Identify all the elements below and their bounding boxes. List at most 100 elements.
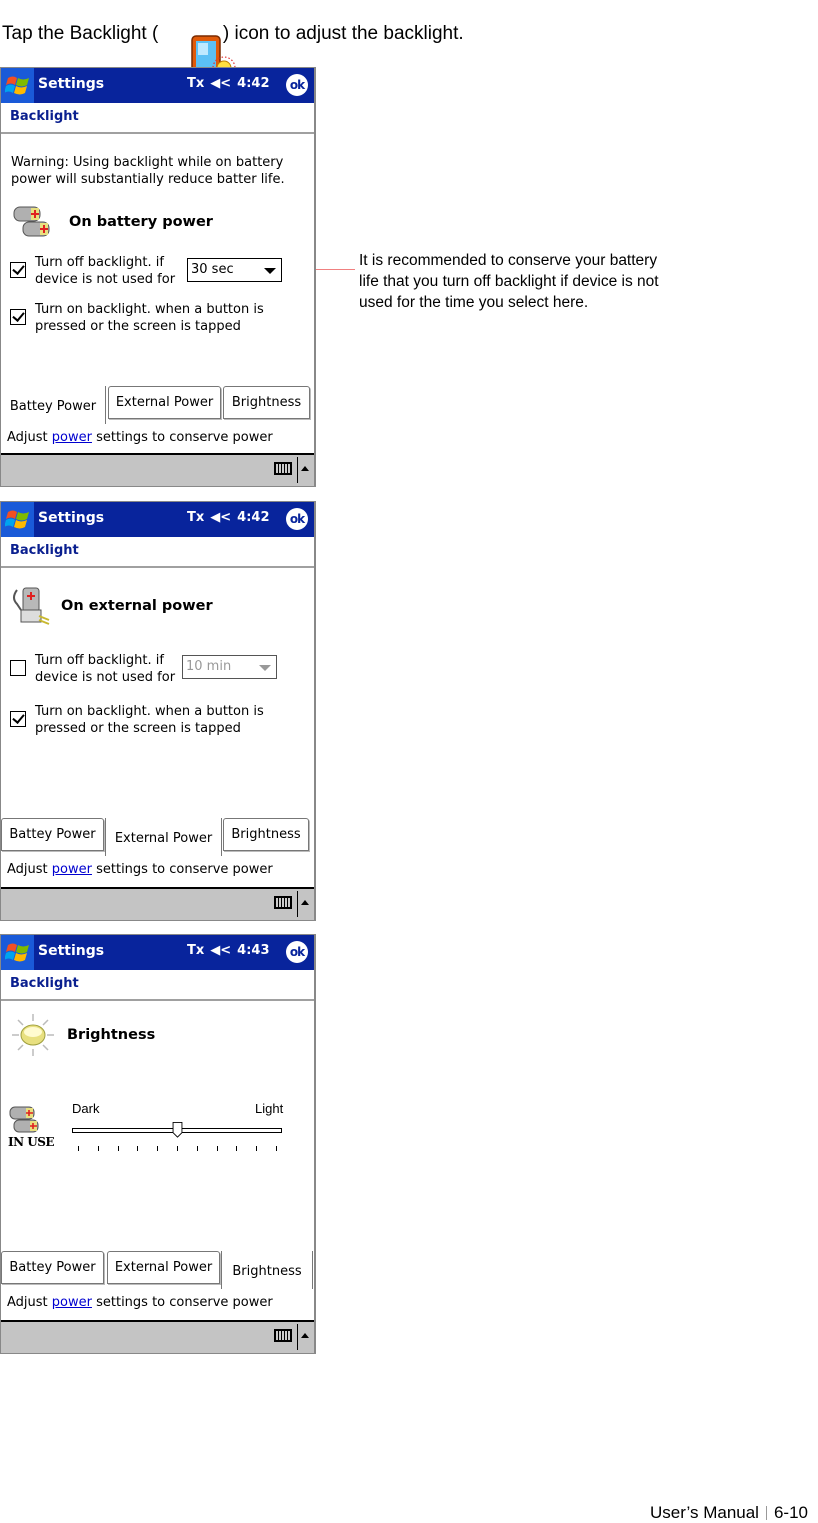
tab-brightness[interactable]: Brightness bbox=[223, 818, 309, 851]
start-button[interactable] bbox=[1, 502, 34, 537]
clock[interactable]: 4:43 bbox=[237, 943, 269, 958]
slider-min-label: Dark bbox=[72, 1101, 100, 1116]
slider-tick bbox=[276, 1146, 277, 1151]
section-title: On external power bbox=[61, 598, 213, 614]
turn-on-backlight-checkbox[interactable] bbox=[10, 309, 26, 325]
turn-off-backlight-label: Turn off backlight. if device is not use… bbox=[35, 652, 175, 686]
tab-battery-power[interactable]: Battey Power bbox=[1, 818, 104, 851]
warning-line: Warning: Using backlight while on batter… bbox=[11, 155, 284, 170]
page-title: Backlight bbox=[10, 543, 79, 558]
tab-bar: Battey Power External Power Brightness bbox=[1, 386, 314, 424]
volume-icon[interactable]: ◀︎< bbox=[210, 76, 231, 91]
status-area: Tx ◀︎< 4:43 bbox=[187, 943, 270, 958]
tab-external-power[interactable]: External Power bbox=[105, 818, 222, 856]
warning-line: power will substantially reduce batter l… bbox=[11, 172, 285, 187]
label-line: device is not used for bbox=[35, 670, 176, 685]
turn-on-backlight-checkbox[interactable] bbox=[10, 711, 26, 727]
taskbar bbox=[1, 453, 314, 486]
timeout-value: 10 min bbox=[186, 659, 232, 674]
manual-title: User’s Manual bbox=[649, 1503, 759, 1522]
page-title: Backlight bbox=[10, 109, 79, 124]
start-button[interactable] bbox=[1, 68, 34, 103]
slider-max-label: Light bbox=[255, 1101, 284, 1116]
in-use-battery-icon bbox=[9, 1106, 39, 1133]
footer-prefix: Adjust bbox=[7, 862, 52, 877]
input-menu-arrow-icon[interactable] bbox=[301, 900, 309, 905]
volume-icon[interactable]: ◀︎< bbox=[210, 510, 231, 525]
power-link[interactable]: power bbox=[52, 862, 92, 877]
callout-text: It is recommended to conserve your batte… bbox=[359, 252, 659, 311]
turn-on-backlight-row: Turn on backlight. when a button is pres… bbox=[10, 301, 264, 335]
title-bar: Settings Tx ◀︎< 4:42 ok bbox=[1, 68, 314, 103]
timeout-select[interactable]: 30 sec bbox=[187, 258, 282, 282]
ok-button[interactable]: ok bbox=[286, 74, 308, 96]
status-area: Tx ◀︎< 4:42 bbox=[187, 76, 270, 91]
divider bbox=[297, 457, 298, 483]
turn-on-backlight-label: Turn on backlight. when a button is pres… bbox=[35, 301, 264, 335]
turn-on-backlight-row: Turn on backlight. when a button is pres… bbox=[10, 703, 264, 737]
backlight-icon bbox=[165, 12, 236, 82]
start-button[interactable] bbox=[1, 935, 34, 970]
slider-tick bbox=[177, 1146, 178, 1151]
timeout-value: 30 sec bbox=[191, 262, 234, 277]
section-title: Brightness bbox=[67, 1027, 156, 1043]
footer-text: Adjust power settings to conserve power bbox=[7, 430, 273, 445]
title-bar: Settings Tx ◀︎< 4:42 ok bbox=[1, 502, 314, 537]
status-area: Tx ◀︎< 4:42 bbox=[187, 510, 270, 525]
slider-tick bbox=[216, 1146, 218, 1151]
divider bbox=[297, 891, 298, 917]
intro-text: Tap the Backlight ( ) icon to adjust the… bbox=[2, 8, 464, 82]
app-title: Settings bbox=[38, 943, 105, 959]
keyboard-icon[interactable] bbox=[274, 896, 292, 909]
keyboard-icon[interactable] bbox=[274, 462, 292, 475]
antenna-icon[interactable]: Tx bbox=[187, 76, 204, 91]
tab-bar: Battey Power External Power Brightness bbox=[1, 818, 314, 856]
slider-tick bbox=[196, 1146, 198, 1151]
volume-icon[interactable]: ◀︎< bbox=[210, 943, 231, 958]
antenna-icon[interactable]: Tx bbox=[187, 510, 204, 525]
chevron-down-icon bbox=[264, 268, 276, 274]
title-bar: Settings Tx ◀︎< 4:43 ok bbox=[1, 935, 314, 970]
label-line: Turn on backlight. when a button is bbox=[35, 704, 264, 719]
external-power-icon bbox=[13, 587, 50, 625]
ok-button[interactable]: ok bbox=[286, 508, 308, 530]
app-title: Settings bbox=[38, 76, 105, 92]
label-line: device is not used for bbox=[35, 272, 176, 287]
page-subheader: Backlight bbox=[1, 970, 314, 1001]
power-link[interactable]: power bbox=[52, 430, 92, 445]
slider-tick bbox=[137, 1146, 139, 1151]
slider-tick bbox=[78, 1146, 79, 1151]
tab-brightness[interactable]: Brightness bbox=[223, 386, 310, 419]
turn-off-backlight-label: Turn off backlight. if device is not use… bbox=[35, 254, 175, 288]
label-line: Turn on backlight. when a button is bbox=[35, 302, 264, 317]
timeout-select[interactable]: 10 min bbox=[182, 655, 277, 679]
windows-flag-icon bbox=[5, 76, 29, 95]
antenna-icon[interactable]: Tx bbox=[187, 943, 204, 958]
ok-button[interactable]: ok bbox=[286, 941, 308, 963]
in-use-badge: IN USE bbox=[8, 1135, 55, 1149]
clock[interactable]: 4:42 bbox=[237, 510, 269, 525]
slider-tick bbox=[236, 1146, 238, 1151]
windows-flag-icon bbox=[5, 943, 29, 962]
turn-off-backlight-checkbox[interactable] bbox=[10, 262, 26, 278]
page-number: 6-10 bbox=[773, 1503, 808, 1522]
section-header: On battery power bbox=[11, 204, 213, 240]
footer-suffix: settings to conserve power bbox=[91, 430, 273, 445]
brightness-slider-thumb[interactable] bbox=[172, 1122, 183, 1138]
label-line: pressed or the screen is tapped bbox=[35, 319, 241, 334]
tab-external-power[interactable]: External Power bbox=[108, 386, 221, 419]
clock[interactable]: 4:42 bbox=[237, 76, 269, 91]
label-line: Turn off backlight. if bbox=[35, 653, 164, 668]
section-header: On external power bbox=[11, 584, 213, 628]
slider-tick bbox=[117, 1146, 119, 1151]
page-subheader: Backlight bbox=[1, 103, 314, 134]
input-menu-arrow-icon[interactable] bbox=[301, 466, 309, 471]
tab-battery-power[interactable]: Battey Power bbox=[1, 386, 106, 424]
page-subheader: Backlight bbox=[1, 537, 314, 568]
label-line: Turn off backlight. if bbox=[35, 255, 164, 270]
brightness-bulb-icon bbox=[12, 1014, 54, 1056]
turn-off-backlight-checkbox[interactable] bbox=[10, 660, 26, 676]
footer-divider bbox=[765, 1506, 767, 1520]
warning-text: Warning: Using backlight while on batter… bbox=[11, 154, 285, 188]
intro-before: Tap the Backlight ( bbox=[2, 23, 164, 44]
